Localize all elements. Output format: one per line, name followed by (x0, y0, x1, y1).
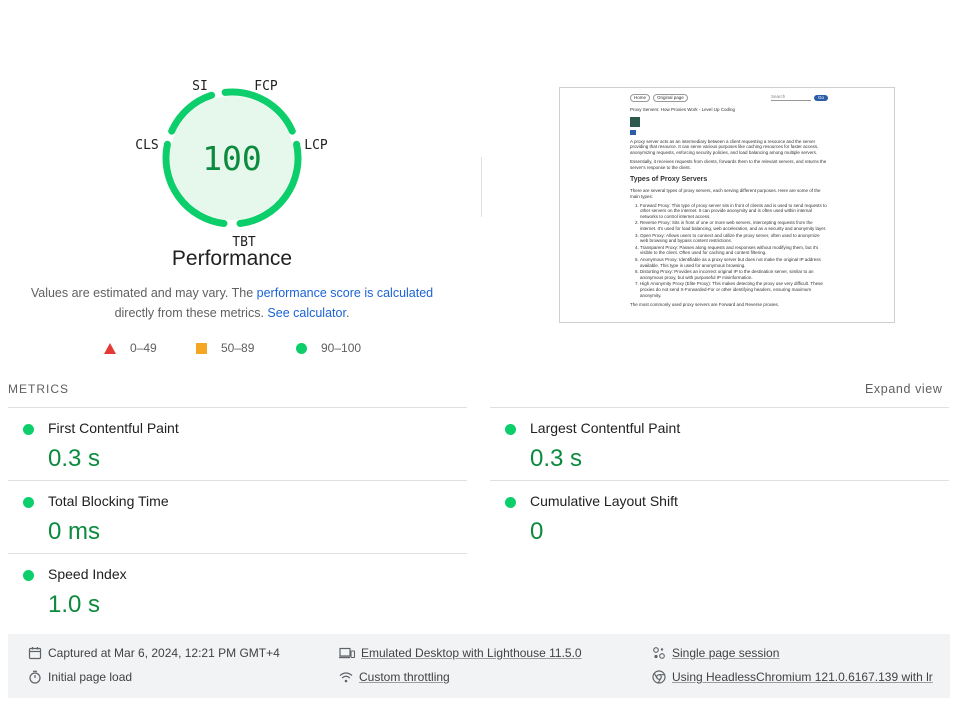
legend-pass: 90–100 (296, 341, 361, 355)
vertical-divider (481, 157, 482, 217)
performance-title: Performance (171, 247, 293, 270)
gauge-label-lcp: LCP (304, 138, 328, 153)
initial-page-load-text: Initial page load (48, 670, 133, 684)
screenshot-intro2: Essentially, it receives requests from c… (630, 159, 827, 170)
legend-average: 50–89 (196, 341, 254, 355)
metric-value: 0 ms (48, 518, 101, 545)
pass-circle-icon (505, 424, 516, 435)
screenshot-list-item: Anonymous Proxy: Identifiable as a proxy… (640, 257, 828, 268)
fail-triangle-icon (104, 342, 116, 354)
metric-value: 1.0 s (48, 591, 101, 618)
score-desc-text1: Values are estimated and may vary. The (30, 286, 257, 300)
pass-circle-icon (23, 570, 34, 581)
screenshot-list-item: Distorting Proxy: Provides an incorrect … (640, 269, 828, 280)
score-desc-text3: . (345, 306, 350, 320)
emulated-device[interactable]: Emulated Desktop with Lighthouse 11.5.0 (339, 646, 582, 660)
screenshot-list-item: High Anonymity Proxy (Elite Proxy): This… (640, 281, 828, 298)
screenshot-go-button: Go (813, 94, 828, 101)
screenshot-nav: Home Original page Search Go (630, 93, 828, 102)
performance-gauge: SI FCP LCP TBT CLS 100 (130, 74, 334, 274)
score-desc-text2: directly from these metrics. (114, 306, 268, 320)
metric-value: 0 (530, 518, 544, 545)
timer-icon (29, 670, 41, 684)
screenshot-search: Search (770, 94, 811, 102)
legend-pass-label: 90–100 (321, 341, 362, 355)
screenshot-intro1: A proxy server acts as an intermediary b… (630, 138, 819, 155)
legend-fail: 0–49 (104, 341, 157, 355)
captured-at-text: Captured at Mar 6, 2024, 12:21 PM GMT+4 (48, 646, 280, 660)
gauge-label-fcp: FCP (254, 79, 278, 94)
browser-version[interactable]: Using HeadlessChromium 121.0.6167.139 wi… (652, 670, 940, 684)
gauge-label-cls: CLS (135, 138, 158, 153)
pass-circle-icon (296, 342, 307, 354)
screenshot-breadcrumb: Proxy Servers: How Proxies Work - Level … (630, 107, 735, 112)
score-description: Values are estimated and may vary. The p… (20, 283, 444, 323)
session-icon (653, 647, 665, 659)
calendar-icon (28, 647, 42, 660)
metric-title: Largest Contentful Paint (530, 420, 681, 436)
pass-circle-icon (23, 497, 34, 508)
expand-view-button[interactable]: Expand view (865, 382, 942, 396)
single-page-session-text[interactable]: Single page session (672, 646, 779, 660)
chrome-icon (652, 670, 666, 684)
metric-cumulative-layout-shift: Cumulative Layout Shift 0 (490, 480, 949, 553)
score-legend: 0–49 50–89 90–100 (100, 341, 400, 361)
screenshot-avatar (630, 116, 640, 127)
custom-throttling-text[interactable]: Custom throttling (359, 670, 450, 684)
devices-icon (339, 647, 355, 659)
emulated-device-text[interactable]: Emulated Desktop with Lighthouse 11.5.0 (361, 646, 582, 660)
wifi-icon (339, 672, 353, 683)
metric-title: First Contentful Paint (48, 420, 179, 436)
pass-circle-icon (23, 424, 34, 435)
screenshot-list-item: Transparent Proxy: Passes along requests… (640, 245, 828, 256)
final-screenshot[interactable]: Home Original page Search Go Proxy Serve… (559, 87, 895, 323)
see-calculator-link[interactable]: See calculator (267, 306, 346, 320)
metric-speed-index: Speed Index 1.0 s (8, 553, 467, 626)
metric-value: 0.3 s (48, 445, 101, 472)
screenshot-badge (630, 129, 636, 135)
average-square-icon (196, 342, 207, 354)
metric-largest-contentful-paint: Largest Contentful Paint 0.3 s (490, 407, 949, 480)
gauge-label-si: SI (192, 79, 208, 94)
browser-version-text[interactable]: Using HeadlessChromium 121.0.6167.139 wi… (672, 670, 933, 684)
metric-first-contentful-paint: First Contentful Paint 0.3 s (8, 407, 467, 480)
metric-total-blocking-time: Total Blocking Time 0 ms (8, 480, 467, 553)
screenshot-list-item: Forward Proxy: This type of proxy server… (640, 203, 828, 220)
initial-page-load: Initial page load (28, 670, 132, 684)
single-page-session[interactable]: Single page session (652, 646, 779, 660)
score-calculated-link[interactable]: performance score is calculated (257, 286, 433, 300)
screenshot-home-button: Home (630, 93, 651, 102)
screenshot-list: Forward Proxy: This type of proxy server… (630, 203, 828, 299)
runtime-settings: Captured at Mar 6, 2024, 12:21 PM GMT+4 … (8, 634, 950, 698)
screenshot-page: Home Original page Search Go Proxy Serve… (630, 93, 828, 308)
legend-average-label: 50–89 (221, 341, 255, 355)
pass-circle-icon (505, 497, 516, 508)
captured-at: Captured at Mar 6, 2024, 12:21 PM GMT+4 (28, 646, 280, 660)
metric-title: Speed Index (48, 566, 127, 582)
legend-fail-label: 0–49 (130, 341, 157, 355)
metrics-heading: METRICS (8, 382, 69, 396)
metric-value: 0.3 s (530, 445, 583, 472)
metric-title: Cumulative Layout Shift (530, 493, 678, 509)
screenshot-tail: The most commonly used proxy servers are… (630, 302, 780, 308)
screenshot-lead: There are several types of proxy servers… (630, 188, 821, 200)
gauge-graphic: SI FCP LCP TBT CLS 100 (135, 79, 328, 250)
gauge-score: 100 (202, 139, 262, 178)
screenshot-original-button: Original page (653, 93, 688, 102)
screenshot-list-item: Reverse Proxy: Sits in front of one or m… (640, 220, 828, 231)
screenshot-list-item: Open Proxy: Allows users to connect and … (640, 233, 828, 244)
metric-title: Total Blocking Time (48, 493, 169, 509)
custom-throttling[interactable]: Custom throttling (339, 670, 450, 684)
screenshot-heading: Types of Proxy Servers (630, 176, 708, 184)
